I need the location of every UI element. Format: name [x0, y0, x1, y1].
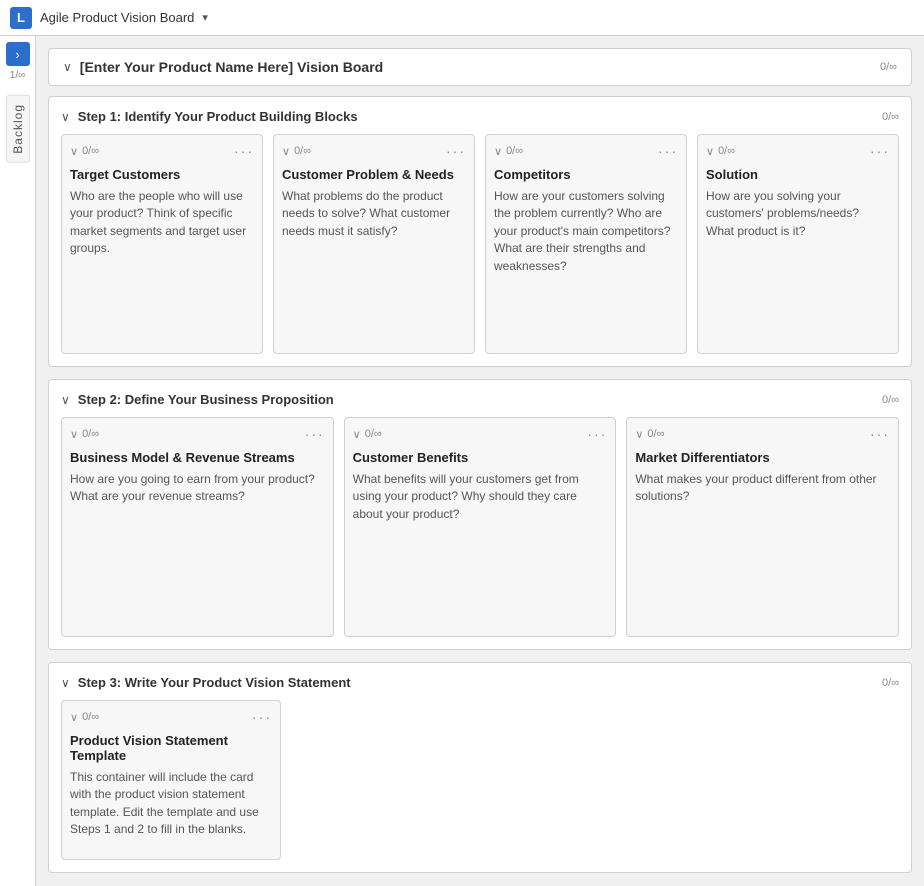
- app-icon: L: [10, 7, 32, 29]
- card-business-model-header: ∨ 0/∞ ···: [70, 426, 325, 442]
- board-title: [Enter Your Product Name Here] Vision Bo…: [80, 59, 872, 75]
- card-competitors-description: How are your customers solving the probl…: [494, 188, 678, 275]
- card-solution-header-left: ∨ 0/∞: [706, 145, 735, 158]
- card-market-differentiators-header: ∨ 0/∞ ···: [635, 426, 890, 442]
- card-business-model-title: Business Model & Revenue Streams: [70, 450, 325, 465]
- layout: › 1/∞ Backlog ∨ [Enter Your Product Name…: [0, 36, 924, 886]
- card-competitors-header: ∨ 0/∞ ···: [494, 143, 678, 159]
- backlog-label[interactable]: Backlog: [6, 95, 30, 163]
- section3-cards-grid: ∨ 0/∞ ··· Product Vision Statement Templ…: [61, 700, 281, 860]
- card-solution-header: ∨ 0/∞ ···: [706, 143, 890, 159]
- card-business-model-description: How are you going to earn from your prod…: [70, 471, 325, 506]
- card-market-differentiators-menu-icon[interactable]: ···: [870, 426, 890, 442]
- card-business-model-menu-icon[interactable]: ···: [305, 426, 325, 442]
- card-market-differentiators: ∨ 0/∞ ··· Market Differentiators What ma…: [626, 417, 899, 637]
- main-content: ∨ [Enter Your Product Name Here] Vision …: [36, 36, 924, 886]
- card-customer-benefits-header: ∨ 0/∞ ···: [353, 426, 608, 442]
- board-collapse-button[interactable]: ∨: [63, 60, 72, 74]
- card-target-customers-header: ∨ 0/∞ ···: [70, 143, 254, 159]
- card-customer-problem-collapse[interactable]: ∨: [282, 145, 290, 158]
- card-solution-description: How are you solving your customers' prob…: [706, 188, 890, 240]
- card-target-customers-header-left: ∨ 0/∞: [70, 145, 99, 158]
- board-card-count: 0/∞: [880, 61, 897, 73]
- card-target-customers-title: Target Customers: [70, 167, 254, 182]
- card-customer-problem-title: Customer Problem & Needs: [282, 167, 466, 182]
- section1-collapse-button[interactable]: ∨: [61, 110, 70, 124]
- section3-collapse-button[interactable]: ∨: [61, 676, 70, 690]
- card-customer-benefits-header-left: ∨ 0/∞: [353, 428, 382, 441]
- card-product-vision-statement-title: Product Vision Statement Template: [70, 733, 272, 763]
- card-product-vision-statement-header-left: ∨ 0/∞: [70, 711, 99, 724]
- card-market-differentiators-collapse[interactable]: ∨: [635, 428, 643, 441]
- section3-title: Step 3: Write Your Product Vision Statem…: [78, 675, 874, 690]
- card-business-model-count: 0/∞: [82, 428, 99, 440]
- panel-counter: 1/∞: [10, 70, 25, 81]
- card-solution: ∨ 0/∞ ··· Solution How are you solving y…: [697, 134, 899, 354]
- card-solution-count: 0/∞: [718, 145, 735, 157]
- section2-count: 0/∞: [882, 394, 899, 406]
- section-step1: ∨ Step 1: Identify Your Product Building…: [48, 96, 912, 367]
- card-market-differentiators-count: 0/∞: [647, 428, 664, 440]
- card-customer-problem-header: ∨ 0/∞ ···: [282, 143, 466, 159]
- card-business-model-header-left: ∨ 0/∞: [70, 428, 99, 441]
- section1-count: 0/∞: [882, 111, 899, 123]
- card-solution-collapse[interactable]: ∨: [706, 145, 714, 158]
- card-customer-problem-description: What problems do the product needs to so…: [282, 188, 466, 240]
- card-product-vision-statement-description: This container will include the card wit…: [70, 769, 272, 839]
- card-customer-benefits: ∨ 0/∞ ··· Customer Benefits What benefit…: [344, 417, 617, 637]
- card-product-vision-statement-count: 0/∞: [82, 711, 99, 723]
- card-customer-benefits-description: What benefits will your customers get fr…: [353, 471, 608, 523]
- card-competitors-collapse[interactable]: ∨: [494, 145, 502, 158]
- card-market-differentiators-title: Market Differentiators: [635, 450, 890, 465]
- expand-arrow-button[interactable]: ›: [6, 42, 30, 66]
- app-title: Agile Product Vision Board: [40, 10, 194, 25]
- section2-title: Step 2: Define Your Business Proposition: [78, 392, 874, 407]
- card-customer-benefits-count: 0/∞: [365, 428, 382, 440]
- card-market-differentiators-header-left: ∨ 0/∞: [635, 428, 664, 441]
- card-target-customers-count: 0/∞: [82, 145, 99, 157]
- card-competitors-menu-icon[interactable]: ···: [658, 143, 678, 159]
- board-header: ∨ [Enter Your Product Name Here] Vision …: [48, 48, 912, 86]
- top-bar: L Agile Product Vision Board ▾: [0, 0, 924, 36]
- card-customer-problem-header-left: ∨ 0/∞: [282, 145, 311, 158]
- card-product-vision-statement: ∨ 0/∞ ··· Product Vision Statement Templ…: [61, 700, 281, 860]
- card-competitors-title: Competitors: [494, 167, 678, 182]
- card-business-model: ∨ 0/∞ ··· Business Model & Revenue Strea…: [61, 417, 334, 637]
- card-solution-menu-icon[interactable]: ···: [870, 143, 890, 159]
- section2-cards-grid: ∨ 0/∞ ··· Business Model & Revenue Strea…: [61, 417, 899, 637]
- left-panel: › 1/∞ Backlog: [0, 36, 36, 886]
- card-target-customers-menu-icon[interactable]: ···: [234, 143, 254, 159]
- card-customer-benefits-collapse[interactable]: ∨: [353, 428, 361, 441]
- title-caret-icon[interactable]: ▾: [202, 11, 208, 24]
- section-step2: ∨ Step 2: Define Your Business Propositi…: [48, 379, 912, 650]
- card-market-differentiators-description: What makes your product different from o…: [635, 471, 890, 506]
- card-target-customers-description: Who are the people who will use your pro…: [70, 188, 254, 258]
- section3-header: ∨ Step 3: Write Your Product Vision Stat…: [61, 675, 899, 690]
- card-customer-problem-count: 0/∞: [294, 145, 311, 157]
- section2-collapse-button[interactable]: ∨: [61, 393, 70, 407]
- card-customer-benefits-title: Customer Benefits: [353, 450, 608, 465]
- card-target-customers: ∨ 0/∞ ··· Target Customers Who are the p…: [61, 134, 263, 354]
- card-customer-problem: ∨ 0/∞ ··· Customer Problem & Needs What …: [273, 134, 475, 354]
- card-business-model-collapse[interactable]: ∨: [70, 428, 78, 441]
- section1-cards-grid: ∨ 0/∞ ··· Target Customers Who are the p…: [61, 134, 899, 354]
- card-product-vision-statement-collapse[interactable]: ∨: [70, 711, 78, 724]
- section-step3: ∨ Step 3: Write Your Product Vision Stat…: [48, 662, 912, 873]
- card-competitors-count: 0/∞: [506, 145, 523, 157]
- section1-title: Step 1: Identify Your Product Building B…: [78, 109, 874, 124]
- card-customer-problem-menu-icon[interactable]: ···: [446, 143, 466, 159]
- card-solution-title: Solution: [706, 167, 890, 182]
- card-competitors: ∨ 0/∞ ··· Competitors How are your custo…: [485, 134, 687, 354]
- section2-header: ∨ Step 2: Define Your Business Propositi…: [61, 392, 899, 407]
- card-target-customers-collapse[interactable]: ∨: [70, 145, 78, 158]
- section1-header: ∨ Step 1: Identify Your Product Building…: [61, 109, 899, 124]
- card-competitors-header-left: ∨ 0/∞: [494, 145, 523, 158]
- card-product-vision-statement-menu-icon[interactable]: ···: [252, 709, 272, 725]
- section3-count: 0/∞: [882, 677, 899, 689]
- card-customer-benefits-menu-icon[interactable]: ···: [587, 426, 607, 442]
- card-product-vision-statement-header: ∨ 0/∞ ···: [70, 709, 272, 725]
